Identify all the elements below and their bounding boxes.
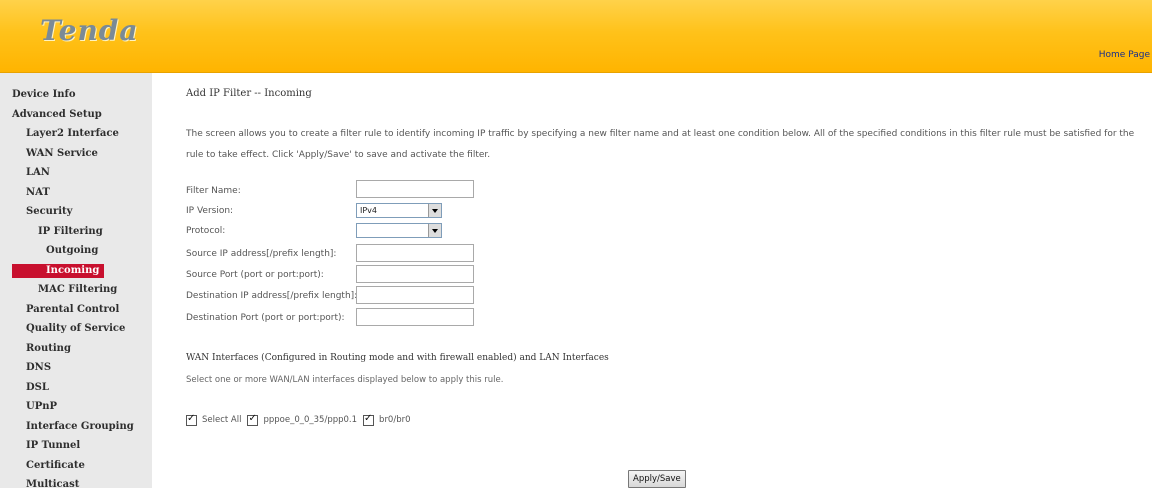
sidebar-item-quality-of-service[interactable]: Quality of Service <box>0 319 152 339</box>
sidebar-item-multicast[interactable]: Multicast <box>0 475 152 488</box>
top-banner: Tenda Home Page <box>0 0 1152 73</box>
select-all-label: Select All <box>202 415 242 425</box>
protocol-select[interactable] <box>356 223 442 238</box>
sidebar-item-parental-control[interactable]: Parental Control <box>0 300 152 320</box>
source-port-input[interactable] <box>356 265 474 283</box>
select-all-checkbox[interactable] <box>186 413 197 426</box>
sidebar-item-certificate[interactable]: Certificate <box>0 456 152 476</box>
dest-port-input[interactable] <box>356 308 474 326</box>
ip-version-value: IPv4 <box>360 206 378 215</box>
main-content: Add IP Filter -- Incoming The screen all… <box>176 73 1146 488</box>
sidebar-item-lan[interactable]: LAN <box>0 163 152 183</box>
ip-version-label: IP Version: <box>186 206 234 216</box>
source-ip-label: Source IP address[/prefix length]: <box>186 249 337 259</box>
chevron-down-icon <box>428 204 441 217</box>
chevron-down-icon <box>428 224 441 237</box>
sidebar-item-upnp[interactable]: UPnP <box>0 397 152 417</box>
source-port-label: Source Port (port or port:port): <box>186 270 324 280</box>
pppoe-interface-label: pppoe_0_0_35/ppp0.1 <box>263 415 358 425</box>
page-title: Add IP Filter -- Incoming <box>186 88 312 99</box>
sidebar-item-dsl[interactable]: DSL <box>0 378 152 398</box>
interface-checkboxes: Select All pppoe_0_0_35/ppp0.1 br0/br0 <box>186 413 417 427</box>
sidebar-item-layer2-interface[interactable]: Layer2 Interface <box>0 124 152 144</box>
filter-name-input[interactable] <box>356 180 474 198</box>
filter-name-label: Filter Name: <box>186 186 241 196</box>
wan-interfaces-description: Select one or more WAN/LAN interfaces di… <box>186 375 504 385</box>
tenda-logo: Tenda <box>40 14 139 47</box>
apply-save-button[interactable]: Apply/Save <box>628 470 686 488</box>
br0-interface-checkbox[interactable] <box>363 413 375 426</box>
wan-interfaces-heading: WAN Interfaces (Configured in Routing mo… <box>186 353 609 363</box>
ip-version-select[interactable]: IPv4 <box>356 203 442 218</box>
sidebar-nav: Device Info Advanced Setup Layer2 Interfac… <box>0 73 152 488</box>
sidebar-item-wan-service[interactable]: WAN Service <box>0 144 152 164</box>
sidebar-item-mac-filtering[interactable]: MAC Filtering <box>0 280 152 300</box>
sidebar-item-security[interactable]: Security <box>0 202 152 222</box>
sidebar-item-ip-filtering[interactable]: IP Filtering <box>0 222 152 242</box>
sidebar-item-incoming[interactable]: Incoming <box>12 263 105 278</box>
sidebar-item-outgoing[interactable]: Outgoing <box>0 241 152 261</box>
sidebar-item-ip-tunnel[interactable]: IP Tunnel <box>0 436 152 456</box>
sidebar-item-nat[interactable]: NAT <box>0 183 152 203</box>
pppoe-interface-checkbox[interactable] <box>247 413 259 426</box>
br0-interface-label: br0/br0 <box>379 415 411 425</box>
dest-ip-input[interactable] <box>356 286 474 304</box>
dest-ip-label: Destination IP address[/prefix length]: <box>186 291 358 301</box>
sidebar-item-advanced-setup[interactable]: Advanced Setup <box>0 105 152 125</box>
home-page-link[interactable]: Home Page <box>1099 50 1150 60</box>
dest-port-label: Destination Port (port or port:port): <box>186 313 345 323</box>
sidebar-item-device-info[interactable]: Device Info <box>0 85 152 105</box>
protocol-label: Protocol: <box>186 226 226 236</box>
sidebar-item-interface-grouping[interactable]: Interface Grouping <box>0 417 152 437</box>
page-description: The screen allows you to create a filter… <box>186 129 1135 160</box>
sidebar-item-routing[interactable]: Routing <box>0 339 152 359</box>
source-ip-input[interactable] <box>356 244 474 262</box>
sidebar-item-dns[interactable]: DNS <box>0 358 152 378</box>
